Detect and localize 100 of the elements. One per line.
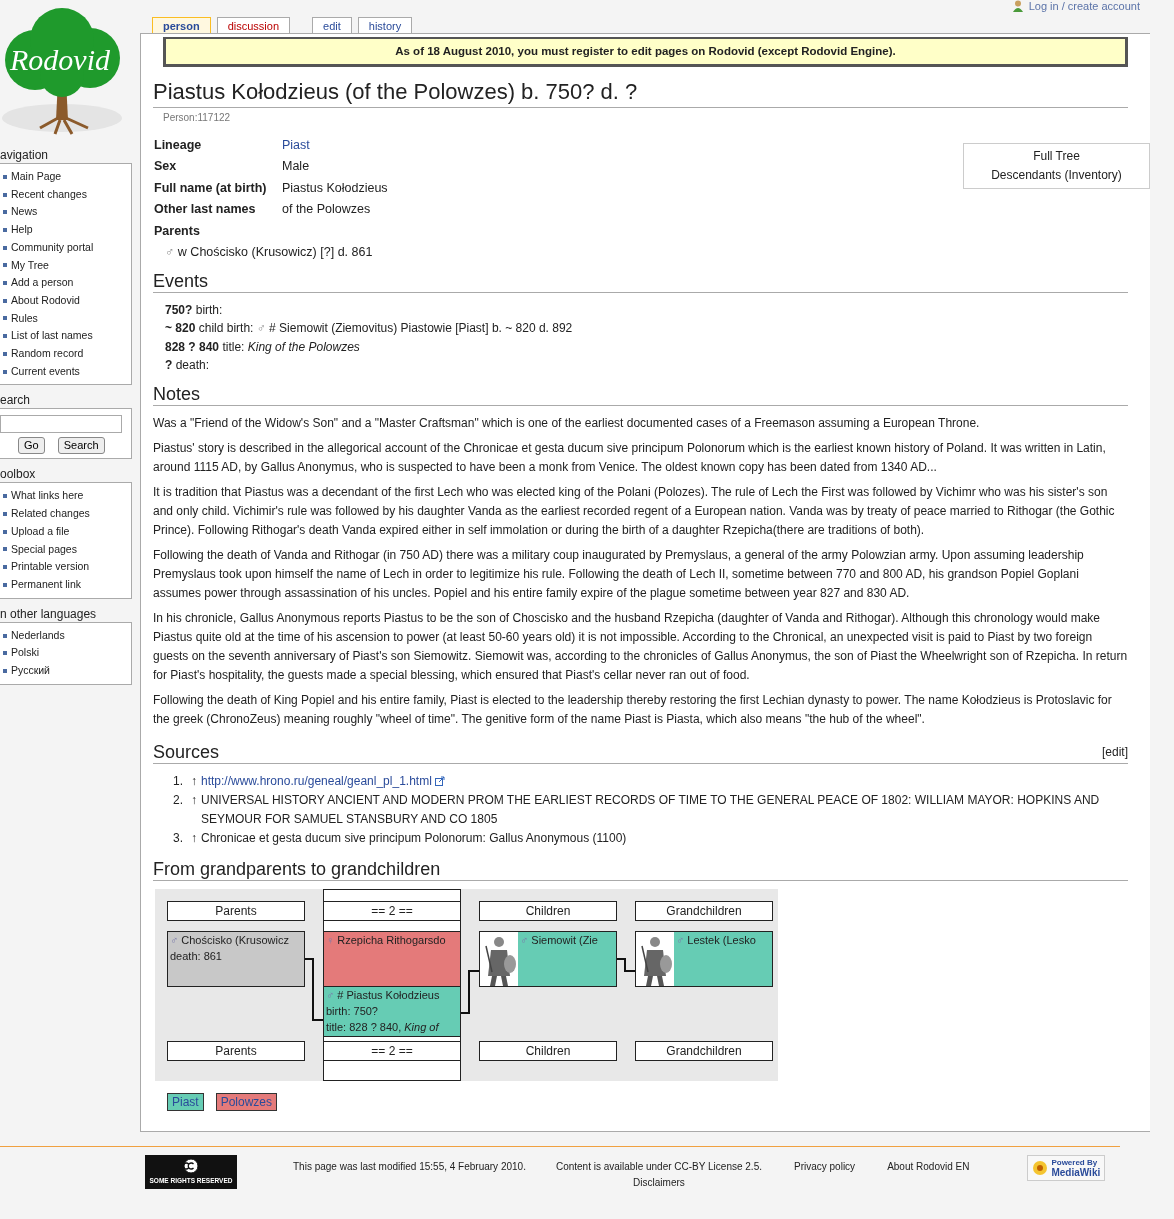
fact-label: Full name (at birth) bbox=[153, 179, 268, 197]
edit-link[interactable]: [edit] bbox=[1102, 740, 1128, 763]
sidebar-link[interactable]: Polski bbox=[11, 644, 39, 663]
note-paragraph: In his chronicle, Gallus Anonymous reports Piastus to be the son of Choscisko and the husband Rzepicha (daughter of Vanda and Rithogar). Although this chronology would make Piastus quite old at the time of his ascension to power (at least 50-60 years old) it is not impossible. According to the Chronical, an unexpected visit is paid to Piast by two foreign guests on the seventh anniversary of Piast's son Siemowitz. Siemowit was, according to the chronicles of Gallus Anonymus, the son of Piast the Wheelwright son of Rzepicha. In return for Piast's hospitality, the guests made a special blessing, which ensured that Piast's cellar never ran out of food. bbox=[153, 609, 1128, 684]
search-button[interactable]: Go bbox=[18, 437, 45, 455]
person-link[interactable]: # Piastus Kołodzieus bbox=[337, 988, 440, 1001]
sidebar-link[interactable]: About Rodovid bbox=[11, 291, 80, 310]
person-link[interactable]: Siemowit (Zie bbox=[531, 933, 598, 946]
sidebar-link[interactable]: Special pages bbox=[11, 540, 77, 559]
bullet-icon bbox=[3, 334, 7, 339]
sidebar-link[interactable]: My Tree bbox=[11, 256, 49, 275]
license-link[interactable]: CC-BY License 2.5. bbox=[674, 1160, 762, 1172]
bullet-icon bbox=[3, 565, 7, 570]
parent-link[interactable]: w Chościsko (Krusowicz) bbox=[177, 245, 317, 260]
title-link[interactable]: King of the Polowzes bbox=[247, 339, 360, 354]
person-link[interactable]: # Siemowit (Ziemovitus) Piastowie bbox=[269, 321, 452, 336]
fact-label: Lineage bbox=[153, 136, 203, 154]
person-link[interactable]: Lestek (Lesko bbox=[687, 933, 756, 946]
section-heading: Events bbox=[153, 269, 1128, 293]
person-card[interactable]: ♂ Siemowit (Zie bbox=[479, 930, 617, 987]
person-card[interactable]: ♂ # Piastus Kołodzieus birth: 750? title: 828 ? 840, King of bbox=[324, 986, 460, 1037]
sidebar-link[interactable]: Nederlands bbox=[11, 626, 65, 645]
footer-link[interactable]: About Rodovid EN bbox=[887, 1158, 970, 1174]
sidebar-link[interactable]: Related changes bbox=[11, 505, 90, 523]
sidebar-link[interactable]: News bbox=[11, 203, 38, 222]
list-number: 1. bbox=[173, 772, 184, 790]
portlet-heading: oolbox bbox=[0, 467, 37, 482]
event-date: ? bbox=[165, 358, 173, 373]
tab[interactable]: history bbox=[357, 17, 413, 33]
source-text: UNIVERSAL HISTORY ANCIENT AND MODERN PROM THE EARLIEST RECORDS OF TIME TO THE GENERAL PEACE OF 1802: WILLIAM MAYOR: HOPKINS AND SEYMOUR FOR SAMUEL STANSBURY AND CO 1805 bbox=[201, 791, 1101, 828]
event-type: birth: bbox=[195, 302, 223, 317]
sidebar-link[interactable]: Help bbox=[11, 221, 33, 239]
bullet-icon bbox=[3, 668, 7, 673]
list-number: 3. bbox=[173, 829, 184, 847]
bullet-icon bbox=[3, 369, 7, 374]
back-link[interactable]: ↑ bbox=[191, 790, 197, 829]
bullet-icon bbox=[3, 245, 7, 250]
tab[interactable]: edit bbox=[312, 17, 352, 33]
person-link[interactable]: Chościsko (Krusowicz bbox=[181, 933, 289, 946]
back-link[interactable]: ↑ bbox=[191, 828, 197, 848]
column-header: == 2 == bbox=[324, 1040, 460, 1061]
lineage-link[interactable]: [?] bbox=[320, 245, 335, 260]
person-link[interactable]: Rzepicha Rithogarsdo bbox=[337, 933, 446, 946]
sidebar-link[interactable]: Permanent link bbox=[11, 575, 82, 594]
sidebar-link[interactable]: List of last names bbox=[11, 327, 93, 346]
license-text: Content is available under bbox=[555, 1160, 672, 1172]
sidebar-link[interactable]: Add a person bbox=[11, 274, 74, 292]
bullet-icon bbox=[3, 192, 7, 197]
male-sign: ♂ bbox=[256, 321, 266, 336]
search-field[interactable] bbox=[0, 415, 122, 434]
event-type: death: bbox=[175, 358, 210, 373]
person-id: Person:117122 bbox=[163, 110, 232, 125]
sidebar-link[interactable]: Main Page bbox=[11, 168, 62, 186]
lineage-link[interactable]: [Piast] bbox=[455, 321, 489, 336]
search-button[interactable]: Search bbox=[57, 437, 105, 455]
person-card[interactable]: ♂ Lestek (Lesko bbox=[635, 930, 773, 987]
event-type: child birth: bbox=[198, 321, 254, 336]
disclaimers-link[interactable]: Disclaimers bbox=[633, 1176, 685, 1188]
lineage-tag[interactable]: Piast bbox=[167, 1092, 204, 1111]
event-date: 828 ? 840 bbox=[165, 339, 220, 354]
bullet-icon bbox=[3, 316, 7, 321]
fact-link[interactable]: Piast bbox=[279, 134, 391, 157]
event-date: 750? bbox=[165, 302, 193, 317]
bullet-icon bbox=[3, 351, 7, 356]
powered-badge[interactable]: Powered By MediaWiki bbox=[1027, 1154, 1106, 1181]
sidebar-link[interactable]: Русский bbox=[11, 662, 50, 680]
bullet-icon bbox=[3, 512, 7, 516]
column-header: == 2 == bbox=[324, 900, 460, 921]
bullet-icon bbox=[3, 529, 7, 534]
logo[interactable]: Rodovid bbox=[0, 0, 132, 140]
person-card[interactable]: ♂ Chościsko (Krusowicz death: 861 bbox=[167, 930, 305, 987]
sidebar-link[interactable]: Rules bbox=[11, 309, 38, 328]
tree-link[interactable]: Descendants (Inventory) bbox=[991, 167, 1122, 182]
section-heading: Sources bbox=[153, 740, 220, 763]
tab[interactable]: discussion bbox=[216, 17, 291, 33]
life-dates: b. ~ 820 d. 892 bbox=[491, 321, 573, 336]
sidebar-link[interactable]: Printable version bbox=[11, 558, 90, 576]
external-link-icon bbox=[434, 776, 445, 787]
footer-link[interactable]: Privacy policy bbox=[794, 1158, 856, 1174]
sidebar-link[interactable]: What links here bbox=[11, 487, 84, 506]
column-header: Children bbox=[479, 1040, 617, 1061]
female-sign: ♀ bbox=[326, 933, 335, 946]
sidebar-link[interactable]: Random record bbox=[11, 345, 84, 363]
event-text: title: 828 ? 840, King of bbox=[326, 1019, 440, 1035]
bullet-icon bbox=[3, 298, 7, 303]
event-type: title: bbox=[222, 339, 245, 354]
source-link[interactable]: http://www.hrono.ru/geneal/geanl_pl_1.html bbox=[201, 771, 432, 791]
tab[interactable]: person bbox=[152, 17, 211, 33]
sidebar-link[interactable]: Community portal bbox=[11, 238, 94, 257]
sidebar-link[interactable]: Recent changes bbox=[11, 185, 87, 204]
login-link[interactable]: Log in / create account bbox=[1011, 0, 1140, 15]
person-card[interactable]: ♀ Rzepicha Rithogarsdo bbox=[324, 930, 460, 987]
notice-banner: As of 18 August 2010, you must register to edit pages on Rodovid (except Rodovid Engine). bbox=[163, 37, 1128, 68]
event-date: ~ 820 bbox=[165, 321, 196, 336]
user-icon bbox=[1011, 0, 1024, 13]
tree-link[interactable]: Full Tree bbox=[1033, 148, 1080, 163]
sidebar-link[interactable]: Upload a file bbox=[11, 522, 70, 541]
section-heading: From grandparents to grandchildren bbox=[153, 857, 1128, 881]
back-link[interactable]: ↑ bbox=[191, 771, 197, 791]
sidebar-link[interactable]: Current events bbox=[11, 362, 80, 381]
